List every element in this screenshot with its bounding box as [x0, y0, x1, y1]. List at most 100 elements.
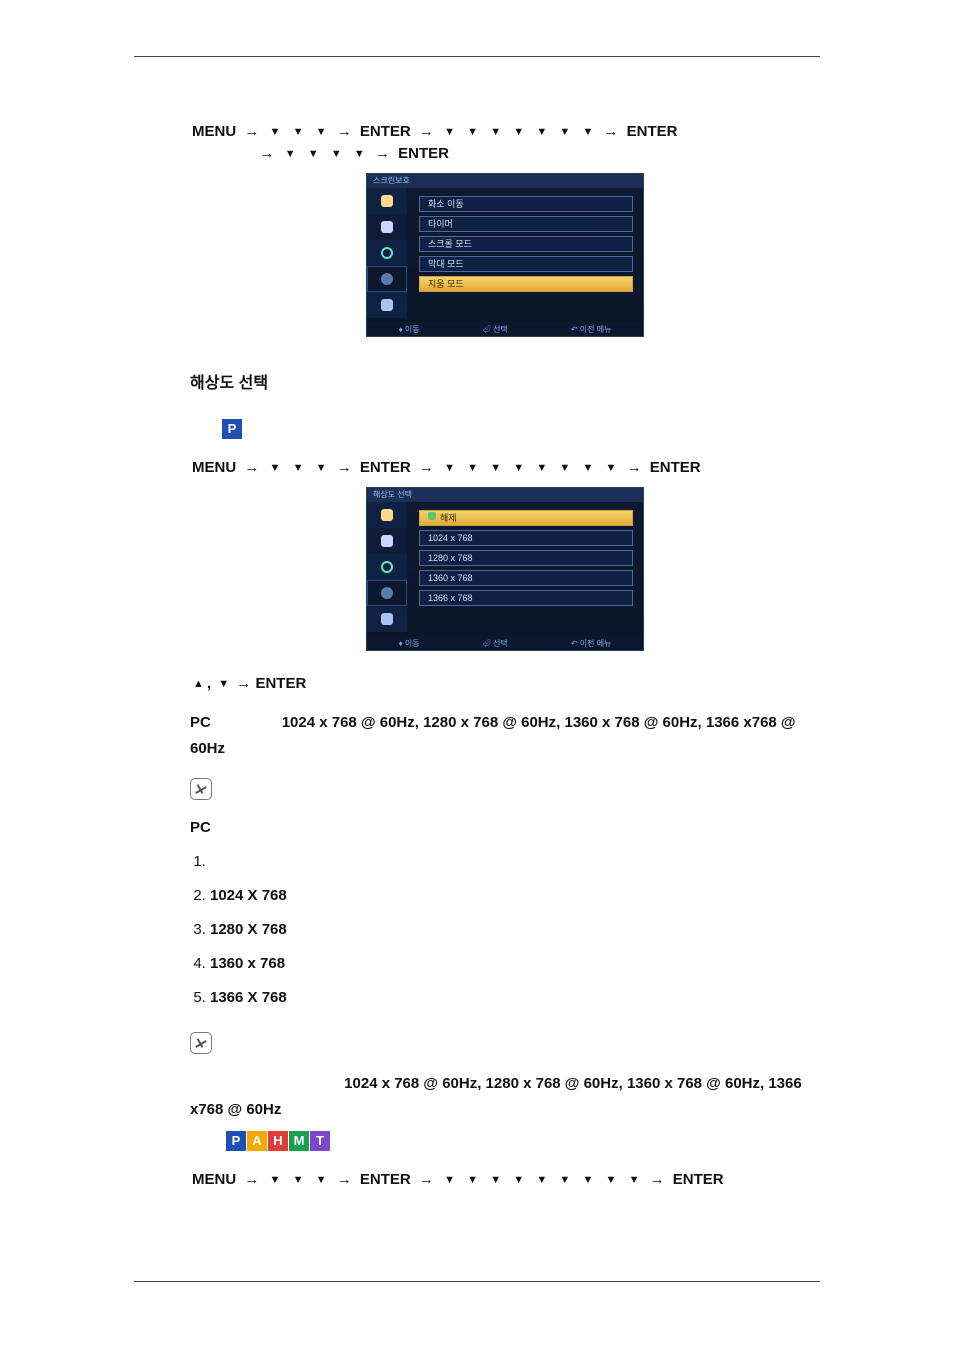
down-arrow-icon: ▼	[463, 1174, 482, 1186]
resolution-modes-text: 1024 x 768 @ 60Hz, 1280 x 768 @ 60Hz, 13…	[190, 1075, 802, 1118]
enter-label: ENTER	[358, 1171, 413, 1188]
down-arrow-icon: ▼	[289, 126, 308, 138]
menu-label: MENU	[190, 1171, 238, 1188]
osd-item-selected: 해제	[419, 510, 633, 526]
nav-sequence-1: MENU → ▼ ▼ ▼ → ENTER → ▼ ▼ ▼ ▼ ▼ ▼ ▼ → E…	[190, 121, 820, 165]
down-arrow-icon: ▼	[440, 462, 459, 474]
osd-sidebar	[367, 188, 407, 318]
osd-list: 해제 1024 x 768 1280 x 768 1360 x 768 1366…	[419, 510, 633, 610]
up-down-enter-line: ▲, ▼ → ENTER	[190, 675, 820, 692]
osd-sidebar	[367, 502, 407, 632]
osd-footer-move: 이동	[405, 639, 420, 648]
down-arrow-icon: ▼	[486, 1174, 505, 1186]
down-arrow-icon: ▼	[602, 462, 621, 474]
list-item-text: 1280 X 768	[210, 921, 287, 938]
nav-sequence-3: MENU → ▼ ▼ ▼ → ENTER → ▼ ▼ ▼ ▼ ▼ ▼ ▼ ▼ ▼…	[190, 1169, 820, 1191]
top-rule	[134, 56, 820, 57]
osd-item: 1366 x 768	[419, 590, 633, 606]
osd-item: 1360 x 768	[419, 570, 633, 586]
enter-label: ENTER	[358, 123, 413, 140]
tool-icon	[381, 509, 393, 521]
down-arrow-icon: ▼	[486, 462, 505, 474]
tool-icon	[381, 195, 393, 207]
page-icon	[381, 299, 393, 311]
list-item: 1024 X 768	[210, 886, 820, 906]
osd-footer: ♦ 이동 ⏎ 선택 ↶ 이전 메뉴	[367, 322, 643, 336]
mode-badge-m: M	[289, 1131, 309, 1151]
page-icon	[381, 613, 393, 625]
enter-label: ENTER	[396, 145, 451, 162]
osd-item: 1024 x 768	[419, 530, 633, 546]
down-arrow-icon: ▼	[289, 1174, 308, 1186]
menu-label: MENU	[190, 459, 238, 476]
down-arrow-icon: ▼	[578, 1174, 597, 1186]
ring-icon	[381, 247, 393, 259]
resolution-list-text: 1024 x 768 @ 60Hz, 1280 x 768 @ 60Hz, 13…	[190, 714, 796, 757]
resolution-modes-paragraph: 1024 x 768 @ 60Hz, 1280 x 768 @ 60Hz, 13…	[190, 1071, 820, 1123]
osd-title: 해상도 선택	[367, 488, 643, 502]
nav-sequence-2: MENU → ▼ ▼ ▼ → ENTER → ▼ ▼ ▼ ▼ ▼ ▼ ▼ ▼ →…	[190, 457, 820, 479]
enter-label: ENTER	[358, 459, 413, 476]
list-item: 1280 X 768	[210, 920, 820, 940]
down-arrow-icon: ▼	[440, 126, 459, 138]
resolution-ordered-list: 1024 X 768 1280 X 768 1360 x 768 1366 X …	[210, 852, 820, 1008]
list-item-text: 1366 X 768	[210, 989, 287, 1006]
mode-badge-a: A	[247, 1131, 267, 1151]
list-item: 1360 x 768	[210, 954, 820, 974]
mode-badge-pc: P	[226, 1131, 246, 1151]
down-arrow-icon: ▼	[304, 148, 323, 160]
osd-list: 화소 이동 타이머 스크롤 모드 막대 모드 지움 모드	[419, 196, 633, 296]
down-arrow-icon: ▼	[602, 1174, 621, 1186]
osd-item: 화소 이동	[419, 196, 633, 212]
list-item-text: 1360 x 768	[210, 955, 285, 972]
osd-item: 막대 모드	[419, 256, 633, 272]
gear-icon	[381, 587, 393, 599]
osd-item: 스크롤 모드	[419, 236, 633, 252]
list-item	[210, 852, 820, 872]
enter-label: ENTER	[255, 675, 306, 692]
down-arrow-icon: ▼	[266, 1174, 285, 1186]
mode-badge-h: H	[268, 1131, 288, 1151]
pc-label: PC	[190, 714, 211, 731]
down-arrow-icon: ▼	[215, 678, 232, 690]
down-arrow-icon: ▼	[555, 1174, 574, 1186]
down-arrow-icon: ▼	[350, 148, 369, 160]
down-arrow-icon: ▼	[463, 462, 482, 474]
osd-item-selected: 지움 모드	[419, 276, 633, 292]
down-arrow-icon: ▼	[578, 462, 597, 474]
down-arrow-icon: ▼	[532, 1174, 551, 1186]
select-icon: ⏎	[483, 325, 493, 334]
back-icon: ↶	[571, 639, 580, 648]
list-item-text: 1024 X 768	[210, 887, 287, 904]
down-arrow-icon: ▼	[625, 1174, 644, 1186]
down-arrow-icon: ▼	[312, 462, 331, 474]
osd-item: 타이머	[419, 216, 633, 232]
down-arrow-icon: ▼	[555, 462, 574, 474]
osd-footer-move: 이동	[405, 325, 420, 334]
down-arrow-icon: ▼	[509, 462, 528, 474]
select-icon: ⏎	[483, 639, 493, 648]
osd-footer-select: 선택	[493, 325, 508, 334]
osd-footer-back: 이전 메뉴	[580, 325, 612, 334]
down-arrow-icon: ▼	[463, 126, 482, 138]
up-arrow-icon: ▲	[190, 678, 207, 690]
down-arrow-icon: ▼	[281, 148, 300, 160]
list-item: 1366 X 768	[210, 988, 820, 1008]
osd-title: 스크린보호	[367, 174, 643, 188]
osd-item: 1280 x 768	[419, 550, 633, 566]
osd-footer-select: 선택	[493, 639, 508, 648]
section-heading-resolution: 해상도 선택	[190, 369, 820, 393]
bottom-rule	[134, 1281, 820, 1282]
mode-badge-pc: P	[222, 419, 242, 439]
down-arrow-icon: ▼	[532, 462, 551, 474]
ring-icon	[381, 561, 393, 573]
osd-item-label: 해제	[440, 513, 457, 523]
note-pencil-icon	[190, 1032, 212, 1054]
down-arrow-icon: ▼	[440, 1174, 459, 1186]
down-arrow-icon: ▼	[486, 126, 505, 138]
enter-label: ENTER	[648, 459, 703, 476]
down-arrow-icon: ▼	[312, 1174, 331, 1186]
enter-label: ENTER	[625, 123, 680, 140]
osd-screenshot-screenprotect: 스크린보호 화소 이동 타이머 스크롤 모드 막대 모드 지움 모드 ♦ 이동 …	[366, 173, 644, 337]
down-arrow-icon: ▼	[312, 126, 331, 138]
